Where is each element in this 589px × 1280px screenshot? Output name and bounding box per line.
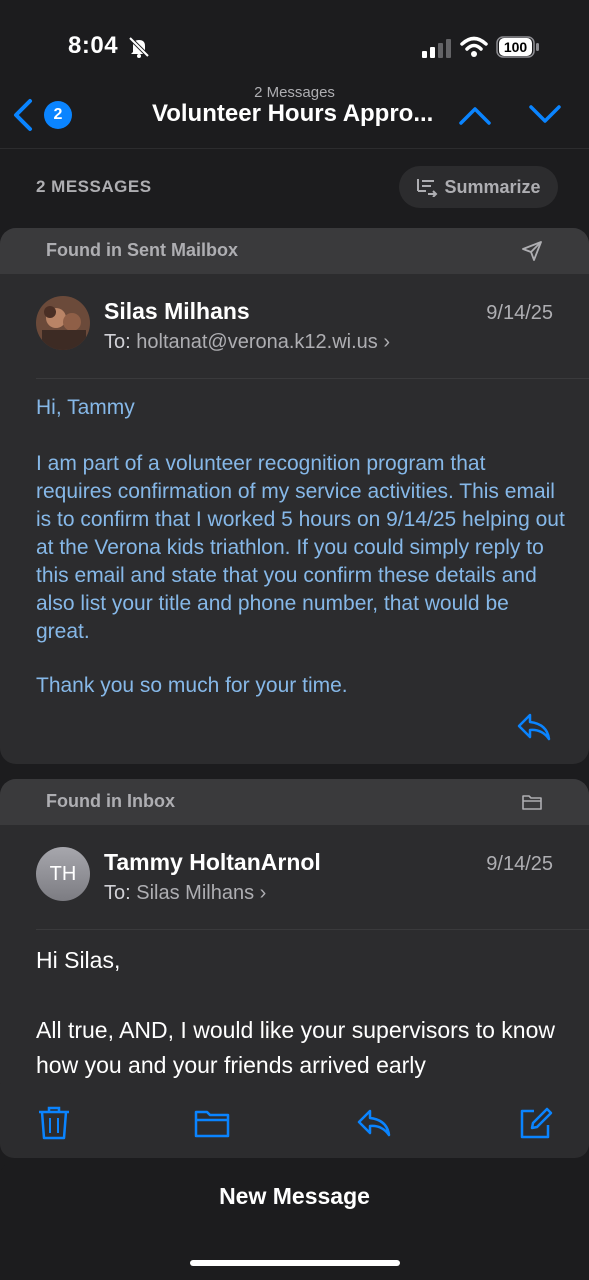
status-bar: 8:04 100 [0, 0, 589, 80]
sender-name: Tammy HoltanArnol [104, 849, 321, 875]
message-count-label: 2 MESSAGES [36, 177, 152, 196]
to-prefix: To: [104, 331, 131, 353]
nav-divider [0, 148, 589, 149]
message-toolbar [0, 1084, 589, 1158]
summarize-label: Summarize [444, 176, 541, 197]
bell-slash-icon [128, 36, 150, 58]
mailbox-header: Found in Sent Mailbox [0, 228, 589, 274]
battery-level: 100 [499, 38, 532, 56]
avatar: TH [36, 847, 90, 901]
avatar-initials: TH [49, 862, 77, 885]
header-divider [36, 378, 589, 379]
mailbox-header: Found in Inbox [0, 779, 589, 825]
move-to-folder-icon[interactable] [194, 1106, 230, 1140]
next-message-chevron-icon[interactable] [528, 104, 562, 126]
trash-icon[interactable] [36, 1106, 72, 1140]
to-prefix: To: [104, 882, 131, 904]
header-divider [36, 929, 589, 930]
message-greeting: Hi, Tammy [36, 396, 135, 419]
folder-icon [522, 795, 542, 810]
home-indicator[interactable] [190, 1260, 400, 1266]
new-message-button[interactable]: New Message [0, 1183, 589, 1210]
recipient-address[interactable]: holtanat@verona.k12.wi.us [136, 331, 378, 353]
mailbox-label: Found in Inbox [46, 791, 175, 811]
compose-icon[interactable] [518, 1106, 554, 1140]
reply-icon[interactable] [516, 712, 552, 742]
message-closing: Thank you so much for your time. [36, 674, 348, 697]
recipient-line[interactable]: To: holtanat@verona.k12.wi.us › [104, 331, 390, 354]
status-time: 8:04 [68, 32, 119, 59]
message-date: 9/14/25 [486, 302, 553, 324]
recipient-line[interactable]: To: Silas Milhans › [104, 882, 266, 905]
page-title: Volunteer Hours Appro... [152, 100, 434, 127]
message-body: All true, AND, I would like your supervi… [36, 1017, 555, 1078]
message-card-inbox[interactable]: Found in Inbox TH Tammy HoltanArnol To: … [0, 779, 589, 1099]
chevron-right-icon: › [383, 331, 391, 353]
message-body: I am part of a volunteer recognition pro… [36, 452, 565, 643]
previous-message-chevron-icon[interactable] [458, 104, 492, 126]
message-date: 9/14/25 [486, 853, 553, 875]
summarize-icon [417, 179, 438, 197]
back-chevron-icon[interactable] [12, 98, 34, 132]
unread-count-badge[interactable]: 2 [44, 101, 72, 129]
sender-name: Silas Milhans [104, 298, 250, 324]
chevron-right-icon: › [259, 882, 267, 904]
wifi-icon [460, 36, 488, 57]
mailbox-label: Found in Sent Mailbox [46, 240, 238, 260]
message-greeting: Hi Silas, [36, 947, 121, 973]
recipient-name[interactable]: Silas Milhans [136, 882, 254, 904]
cellular-signal-icon [422, 39, 451, 58]
message-card-sent[interactable]: Found in Sent Mailbox Silas Milhans To: … [0, 228, 589, 764]
nav-subtitle: 2 Messages [254, 84, 335, 101]
paper-plane-icon [522, 241, 542, 261]
summarize-button[interactable]: Summarize [399, 166, 558, 208]
reply-icon[interactable] [356, 1106, 392, 1140]
avatar [36, 296, 90, 350]
